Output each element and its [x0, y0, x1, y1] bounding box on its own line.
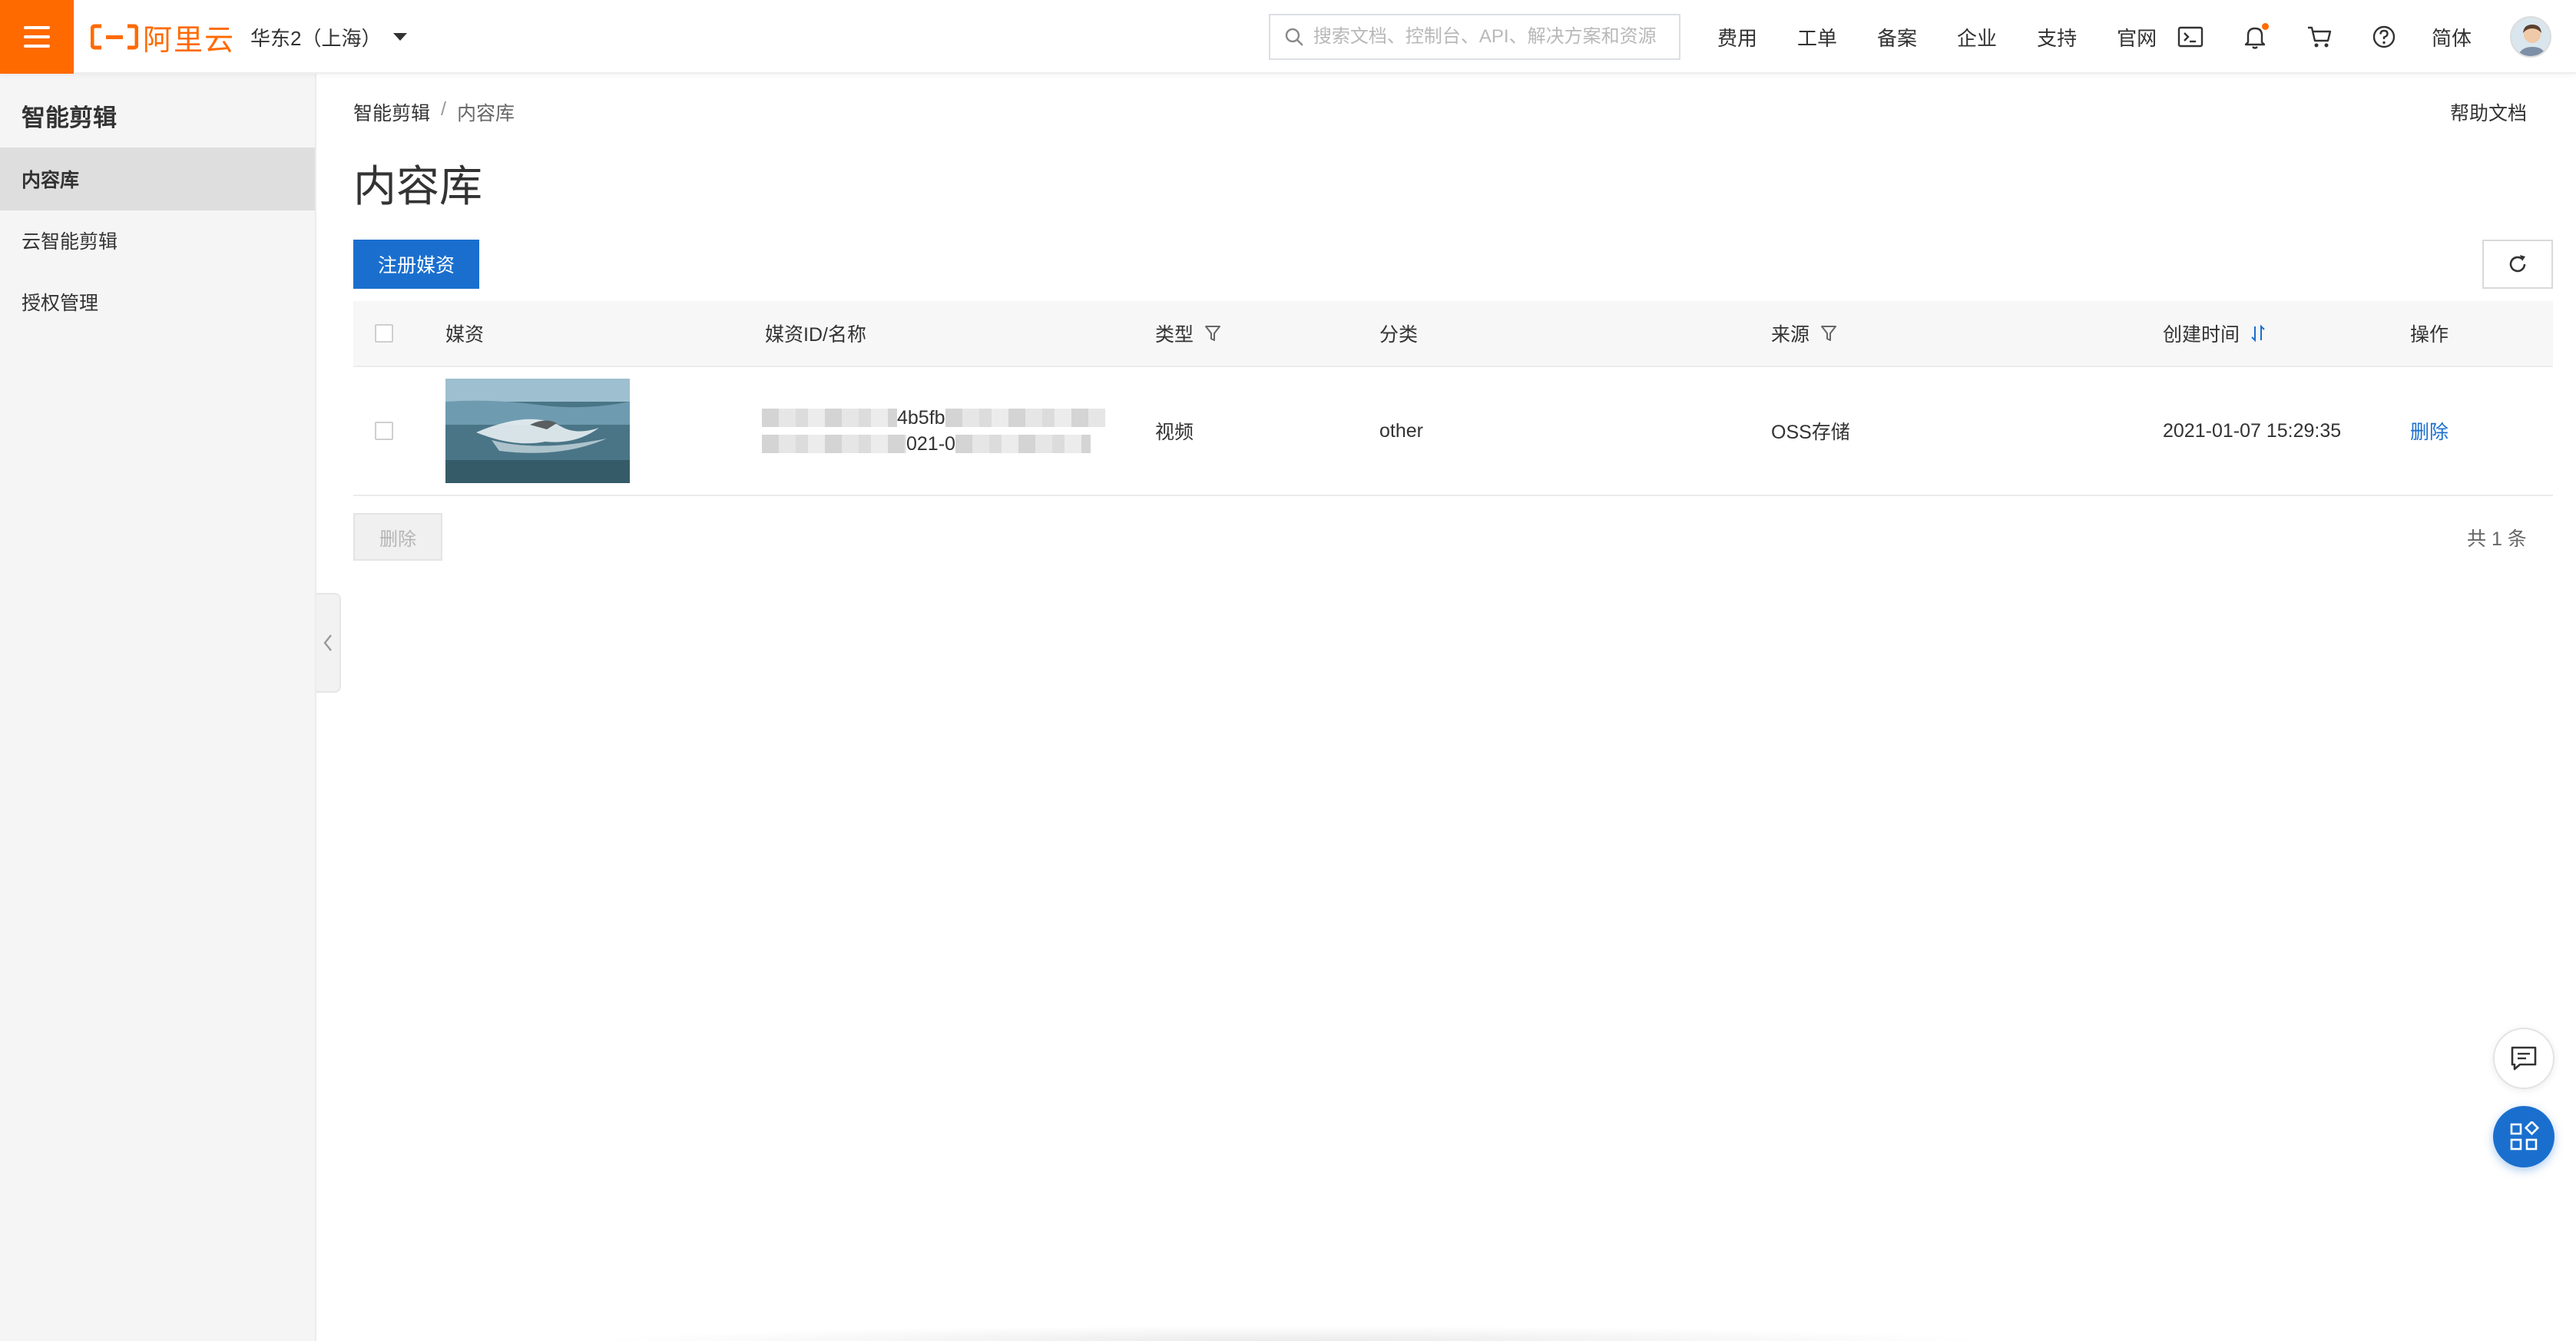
media-source: OSS存储 [1771, 422, 1850, 443]
nav-tickets[interactable]: 工单 [1797, 23, 1837, 51]
redacted-block [955, 435, 1091, 453]
notification-dot [2262, 23, 2269, 30]
sidebar-item-label: 云智能剪辑 [22, 231, 118, 253]
top-bar: 阿里云 华东2（上海） 费用 工单 备案 企业 支持 官网 [0, 0, 2576, 74]
col-media: 媒资 [445, 324, 485, 346]
aliyun-logo[interactable]: 阿里云 [91, 20, 235, 57]
redacted-block [762, 435, 906, 453]
caret-down-icon [393, 33, 408, 41]
region-selector[interactable]: 华东2（上海） [250, 22, 408, 52]
batch-delete-button[interactable]: 删除 [353, 513, 442, 561]
breadcrumb-current: 内容库 [456, 103, 515, 124]
col-operation: 操作 [2410, 324, 2449, 346]
bottom-shadow [584, 1326, 1997, 1341]
row-checkbox[interactable] [375, 422, 393, 440]
filter-icon[interactable] [1820, 324, 1837, 343]
logo-text: 阿里云 [143, 24, 236, 57]
apps-grid-icon [2510, 1121, 2539, 1151]
media-name: 021-0 [762, 431, 1091, 457]
pagination-total: 共 1 条 [2467, 528, 2527, 550]
hamburger-menu-button[interactable] [0, 0, 74, 74]
col-id-name: 媒资ID/名称 [765, 324, 866, 346]
cart-icon[interactable] [2303, 20, 2336, 54]
nav-icp-filing[interactable]: 备案 [1877, 23, 1917, 51]
nav-fees[interactable]: 费用 [1717, 23, 1757, 51]
col-created: 创建时间 [2163, 301, 2266, 366]
sidebar-item-cloud-editing[interactable]: 云智能剪辑 [0, 209, 315, 272]
redacted-block [945, 409, 1105, 427]
col-source: 来源 [1771, 301, 1837, 366]
breadcrumb: 智能剪辑 / 内容库 [353, 98, 515, 126]
breadcrumb-separator: / [441, 98, 446, 120]
media-id-fragment: 4b5fb [897, 406, 945, 429]
nav-enterprise[interactable]: 企业 [1957, 23, 1997, 51]
feedback-chat-button[interactable] [2493, 1028, 2554, 1089]
region-label: 华东2（上海） [250, 26, 382, 50]
language-switch[interactable]: 简体 [2432, 23, 2472, 51]
media-name-fragment: 021-0 [906, 432, 955, 455]
sidebar-item-content-library[interactable]: 内容库 [0, 147, 315, 210]
sort-icon[interactable] [2250, 323, 2266, 343]
aliyun-logo-icon [91, 24, 138, 50]
nav-support[interactable]: 支持 [2037, 23, 2077, 51]
chevron-left-icon [323, 634, 332, 651]
sidebar-item-label: 授权管理 [22, 293, 99, 314]
media-created-time: 2021-01-07 15:29:35 [2163, 419, 2342, 442]
refresh-button[interactable] [2482, 240, 2553, 289]
nav-official-site[interactable]: 官网 [2117, 23, 2157, 51]
sidebar-item-authorization[interactable]: 授权管理 [0, 270, 315, 333]
col-category: 分类 [1379, 324, 1419, 346]
sidebar: 智能剪辑 内容库 云智能剪辑 授权管理 [0, 74, 316, 1341]
redacted-block [762, 409, 897, 427]
search-box[interactable] [1269, 14, 1680, 60]
sidebar-item-label: 内容库 [22, 170, 80, 191]
terminal-icon[interactable] [2174, 20, 2207, 54]
col-source-label: 来源 [1771, 324, 1810, 346]
help-circle-icon[interactable] [2367, 20, 2401, 54]
menu-icon-line [24, 45, 50, 48]
breadcrumb-root[interactable]: 智能剪辑 [353, 98, 430, 126]
col-type-label: 类型 [1155, 324, 1194, 346]
media-thumbnail[interactable] [445, 379, 630, 483]
delete-link[interactable]: 删除 [2410, 417, 2449, 445]
media-id: 4b5fb [762, 405, 1105, 431]
top-icon-bar: 简体 [2174, 16, 2552, 58]
register-media-button[interactable]: 注册媒资 [353, 240, 479, 289]
user-avatar[interactable] [2510, 16, 2552, 58]
search-input[interactable] [1313, 26, 1665, 48]
quick-apps-button[interactable] [2493, 1106, 2554, 1167]
menu-icon-line [24, 26, 50, 29]
row-actions: 删除 [2410, 367, 2449, 495]
col-created-label: 创建时间 [2163, 324, 2240, 346]
chat-icon [2511, 1046, 2537, 1071]
top-nav: 费用 工单 备案 企业 支持 官网 [1717, 22, 2197, 52]
sidebar-collapse-handle[interactable] [316, 593, 341, 693]
table-header: 媒资 媒资ID/名称 类型 分类 来源 创建时间 操作 [353, 301, 2553, 367]
media-table: 媒资 媒资ID/名称 类型 分类 来源 创建时间 操作 4b5fb 021-0 … [353, 301, 2553, 496]
media-thumbnail-cell [445, 367, 630, 495]
sidebar-title: 智能剪辑 [22, 104, 117, 131]
media-type: 视频 [1155, 422, 1194, 443]
menu-icon-line [24, 35, 50, 38]
page-title: 内容库 [353, 162, 482, 210]
col-type: 类型 [1155, 301, 1221, 366]
media-id-name-cell: 4b5fb 021-0 [762, 367, 1105, 495]
select-all-checkbox[interactable] [375, 324, 393, 343]
bell-icon[interactable] [2238, 20, 2272, 54]
help-doc-link[interactable]: 帮助文档 [2450, 98, 2527, 126]
filter-icon[interactable] [1204, 324, 1221, 343]
row-select-cell [375, 367, 393, 495]
table-row: 4b5fb 021-0 视频 other OSS存储 2021-01-07 15… [353, 367, 2553, 496]
refresh-icon [2509, 255, 2526, 273]
search-icon [1285, 28, 1303, 46]
media-category: other [1379, 419, 1423, 442]
select-all-cell [375, 301, 393, 366]
